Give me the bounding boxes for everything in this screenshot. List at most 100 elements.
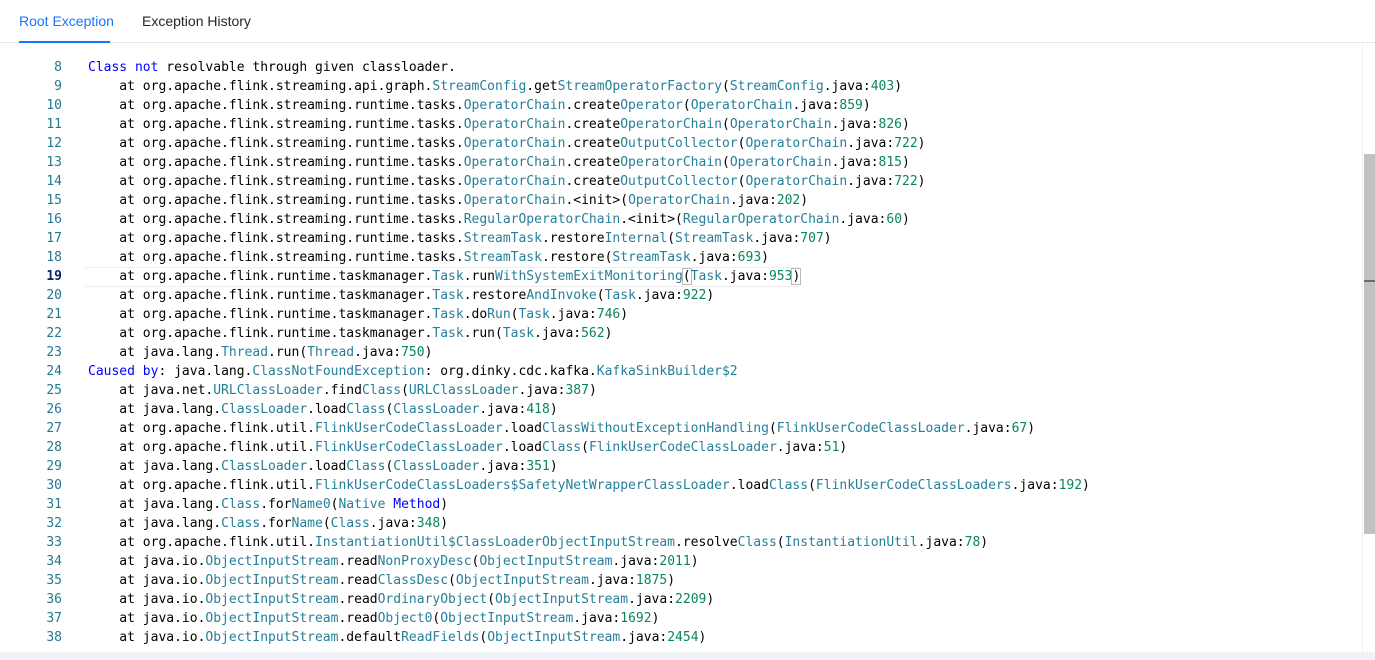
cursor-position-marker (1364, 280, 1375, 282)
code-editor[interactable]: 8 Class not resolvable through given clas… (0, 44, 1375, 652)
line-number: 13 (46, 155, 62, 170)
line-text: at java.lang.ClassLoader.loadClass(Class… (88, 402, 558, 417)
code-line: 9 at org.apache.flink.streaming.api.grap… (0, 77, 1360, 96)
code-line: 38 at java.io.ObjectInputStream.defaultR… (0, 628, 1360, 647)
code-line: 24 Caused by: java.lang.ClassNotFoundExce… (0, 362, 1360, 381)
line-text: at org.apache.flink.runtime.taskmanager.… (88, 307, 629, 322)
line-number: 31 (46, 497, 62, 512)
code-line: 31 at java.lang.Class.forName0(Native Me… (0, 495, 1360, 514)
line-number: 10 (46, 98, 62, 113)
line-number: 16 (46, 212, 62, 227)
line-text: at java.io.ObjectInputStream.readClassDe… (88, 573, 676, 588)
code-line: 26 at java.lang.ClassLoader.loadClass(Cl… (0, 400, 1360, 419)
line-text: at java.net.URLClassLoader.findClass(URL… (88, 383, 597, 398)
code-line: 14 at org.apache.flink.streaming.runtime… (0, 172, 1360, 191)
code-line: 35 at java.io.ObjectInputStream.readClas… (0, 571, 1360, 590)
line-number: 17 (46, 231, 62, 246)
code-lines: 8 Class not resolvable through given clas… (0, 44, 1375, 652)
code-line: 13 at org.apache.flink.streaming.runtime… (0, 153, 1360, 172)
line-text: at java.lang.Class.forName0(Native Metho… (88, 497, 449, 512)
line-number: 28 (46, 440, 62, 455)
line-text: at org.apache.flink.runtime.taskmanager.… (88, 288, 715, 303)
code-line: 16 at org.apache.flink.streaming.runtime… (0, 210, 1360, 229)
line-text: at java.io.ObjectInputStream.readObject0… (88, 611, 660, 626)
code-line: 30 at org.apache.flink.util.FlinkUserCod… (0, 476, 1360, 495)
exception-panel: Root Exception Exception History 8 Class … (0, 0, 1375, 652)
line-number: 21 (46, 307, 62, 322)
code-line: 20 at org.apache.flink.runtime.taskmanag… (0, 286, 1360, 305)
bottom-border (0, 652, 1375, 660)
line-number: 12 (46, 136, 62, 151)
line-text: at java.lang.Thread.run(Thread.java:750) (88, 345, 433, 360)
line-number: 29 (46, 459, 62, 474)
code-line: 33 at org.apache.flink.util.Instantiatio… (0, 533, 1360, 552)
line-text: at java.lang.Class.forName(Class.java:34… (88, 516, 449, 531)
code-line: 37 at java.io.ObjectInputStream.readObje… (0, 609, 1360, 628)
line-number: 23 (46, 345, 62, 360)
line-text: Caused by: java.lang.ClassNotFoundExcept… (88, 364, 738, 379)
line-text: at org.apache.flink.streaming.runtime.ta… (88, 155, 910, 170)
code-line: 11 at org.apache.flink.streaming.runtime… (0, 115, 1360, 134)
line-text: at org.apache.flink.streaming.runtime.ta… (88, 117, 910, 132)
line-text: Class not resolvable through given class… (88, 60, 456, 75)
line-text: at org.apache.flink.runtime.taskmanager.… (83, 267, 802, 287)
line-text: at java.lang.ClassLoader.loadClass(Class… (88, 459, 558, 474)
line-text: at org.apache.flink.streaming.runtime.ta… (88, 136, 926, 151)
line-number: 18 (46, 250, 62, 265)
code-line: 12 at org.apache.flink.streaming.runtime… (0, 134, 1360, 153)
code-line: 28 at org.apache.flink.util.FlinkUserCod… (0, 438, 1360, 457)
code-line: 15 at org.apache.flink.streaming.runtime… (0, 191, 1360, 210)
line-number: 14 (46, 174, 62, 189)
line-text: at org.apache.flink.streaming.api.graph.… (88, 79, 903, 94)
code-line: 36 at java.io.ObjectInputStream.readOrdi… (0, 590, 1360, 609)
code-line: 21 at org.apache.flink.runtime.taskmanag… (0, 305, 1360, 324)
code-line: 17 at org.apache.flink.streaming.runtime… (0, 229, 1360, 248)
line-number: 19 (46, 269, 62, 284)
line-text: at org.apache.flink.streaming.runtime.ta… (88, 212, 910, 227)
tab-exception-history[interactable]: Exception History (142, 13, 251, 29)
line-number: 32 (46, 516, 62, 531)
line-number: 25 (46, 383, 62, 398)
line-text: at org.apache.flink.util.FlinkUserCodeCl… (88, 478, 1090, 493)
code-line: 18 at org.apache.flink.streaming.runtime… (0, 248, 1360, 267)
line-text: at org.apache.flink.streaming.runtime.ta… (88, 193, 809, 208)
line-text: at org.apache.flink.runtime.taskmanager.… (88, 326, 613, 341)
code-line: 34 at java.io.ObjectInputStream.readNonP… (0, 552, 1360, 571)
line-number: 24 (46, 364, 62, 379)
vertical-scrollbar[interactable] (1362, 44, 1375, 652)
line-number: 30 (46, 478, 62, 493)
code-line: 32 at java.lang.Class.forName(Class.java… (0, 514, 1360, 533)
line-text: at org.apache.flink.streaming.runtime.ta… (88, 174, 926, 189)
line-number: 26 (46, 402, 62, 417)
line-text: at java.io.ObjectInputStream.readNonProx… (88, 554, 699, 569)
line-text: at org.apache.flink.streaming.runtime.ta… (88, 98, 871, 113)
line-text: at org.apache.flink.util.FlinkUserCodeCl… (88, 421, 1036, 436)
code-line: 19 at org.apache.flink.runtime.taskmanag… (0, 267, 1360, 287)
line-number: 15 (46, 193, 62, 208)
active-tab-indicator (19, 41, 110, 43)
line-text: at org.apache.flink.util.InstantiationUt… (88, 535, 989, 550)
line-text: at java.io.ObjectInputStream.readOrdinar… (88, 592, 715, 607)
scrollbar-thumb[interactable] (1364, 154, 1375, 534)
line-number: 8 (54, 60, 62, 75)
line-text: at org.apache.flink.streaming.runtime.ta… (88, 250, 769, 265)
line-text: at java.io.ObjectInputStream.defaultRead… (88, 630, 707, 645)
line-text: at org.apache.flink.util.FlinkUserCodeCl… (88, 440, 848, 455)
tab-bar: Root Exception Exception History (0, 0, 1375, 43)
code-line: 8 Class not resolvable through given clas… (0, 58, 1360, 77)
code-line: 10 at org.apache.flink.streaming.runtime… (0, 96, 1360, 115)
line-number: 9 (54, 79, 62, 94)
tab-root-exception[interactable]: Root Exception (19, 13, 114, 29)
line-number: 20 (46, 288, 62, 303)
line-number: 38 (46, 630, 62, 645)
line-number: 11 (46, 117, 62, 132)
line-number: 34 (46, 554, 62, 569)
line-number: 22 (46, 326, 62, 341)
line-number: 33 (46, 535, 62, 550)
code-line: 27 at org.apache.flink.util.FlinkUserCod… (0, 419, 1360, 438)
code-line: 23 at java.lang.Thread.run(Thread.java:7… (0, 343, 1360, 362)
code-line: 29 at java.lang.ClassLoader.loadClass(Cl… (0, 457, 1360, 476)
line-number: 37 (46, 611, 62, 626)
code-line: 22 at org.apache.flink.runtime.taskmanag… (0, 324, 1360, 343)
line-text: at org.apache.flink.streaming.runtime.ta… (88, 231, 832, 246)
